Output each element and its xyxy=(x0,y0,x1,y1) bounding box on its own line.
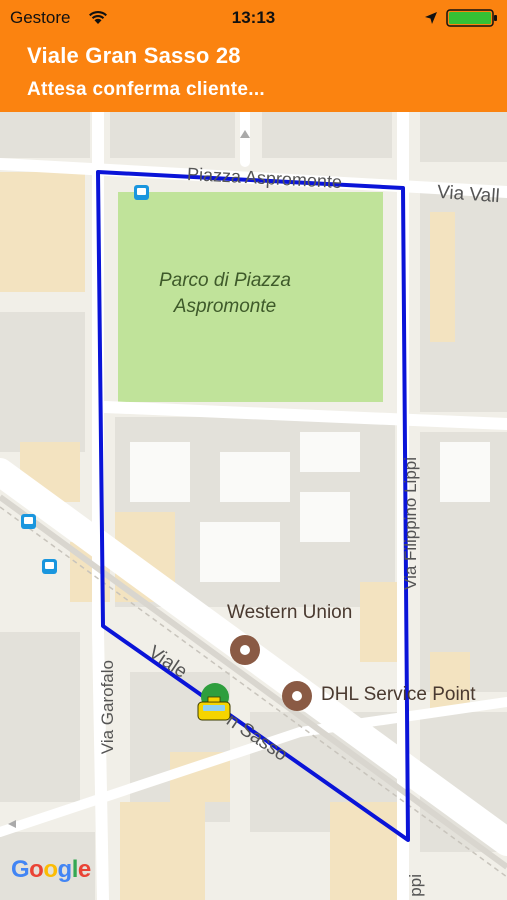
google-logo: Google xyxy=(11,856,91,883)
street-label-via-garofalo: Via Garofalo xyxy=(98,660,117,755)
bus-stop-icon[interactable] xyxy=(134,185,149,200)
street-label-via-filippino-lippi: Via Filippino Lippi xyxy=(401,457,420,590)
street-label-lippi-bottom: ppi xyxy=(406,874,425,897)
location-arrow-icon xyxy=(425,12,437,24)
ride-status: Attesa conferma cliente... xyxy=(27,79,265,100)
pickup-address: Viale Gran Sasso 28 xyxy=(27,43,241,68)
poi-dhl[interactable]: DHL Service Point xyxy=(321,684,476,706)
map-canvas[interactable] xyxy=(0,112,507,900)
bus-stop-icon[interactable] xyxy=(21,514,36,529)
bus-stop-icon[interactable] xyxy=(42,559,57,574)
shop-icon[interactable] xyxy=(230,635,260,665)
street-label-via-vall: Via Vall xyxy=(436,181,501,208)
shop-icon[interactable] xyxy=(282,681,312,711)
map-view[interactable]: Piazza Aspromonte Via Vall Parco di Piaz… xyxy=(0,112,507,900)
status-bar: Gestore 13:13 xyxy=(0,0,507,36)
park-label: Parco di Piazza Aspromonte xyxy=(158,270,291,317)
battery-icon xyxy=(446,9,497,27)
ride-header: Viale Gran Sasso 28 Attesa conferma clie… xyxy=(0,36,507,112)
poi-western-union[interactable]: Western Union xyxy=(227,602,352,624)
